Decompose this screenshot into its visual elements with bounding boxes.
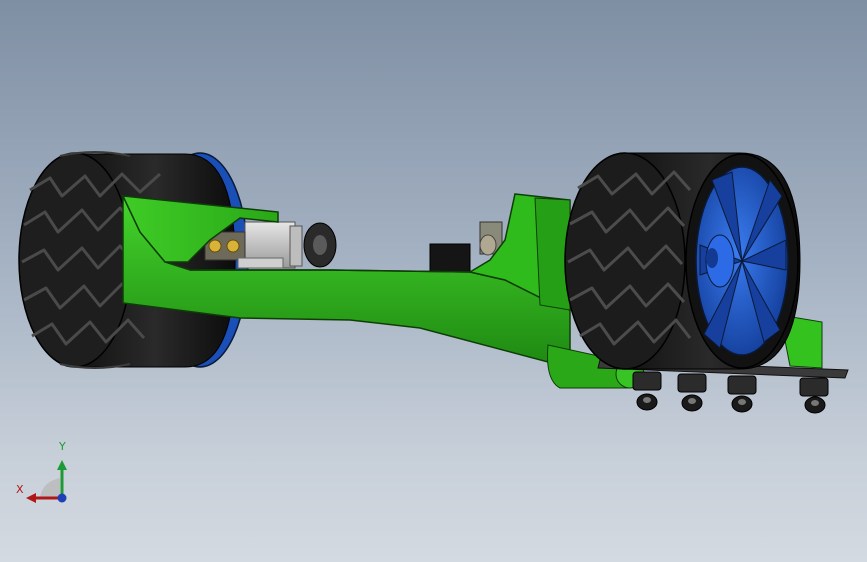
y-axis-label: Y xyxy=(59,440,66,453)
x-axis-label: X xyxy=(16,483,24,496)
graphics-viewport[interactable]: Y X xyxy=(0,0,867,562)
coordinate-triad: Y X xyxy=(12,440,82,510)
right-wheel[interactable] xyxy=(564,152,801,370)
triad-axes-icon xyxy=(26,460,67,503)
robot-car-model[interactable] xyxy=(0,0,867,562)
